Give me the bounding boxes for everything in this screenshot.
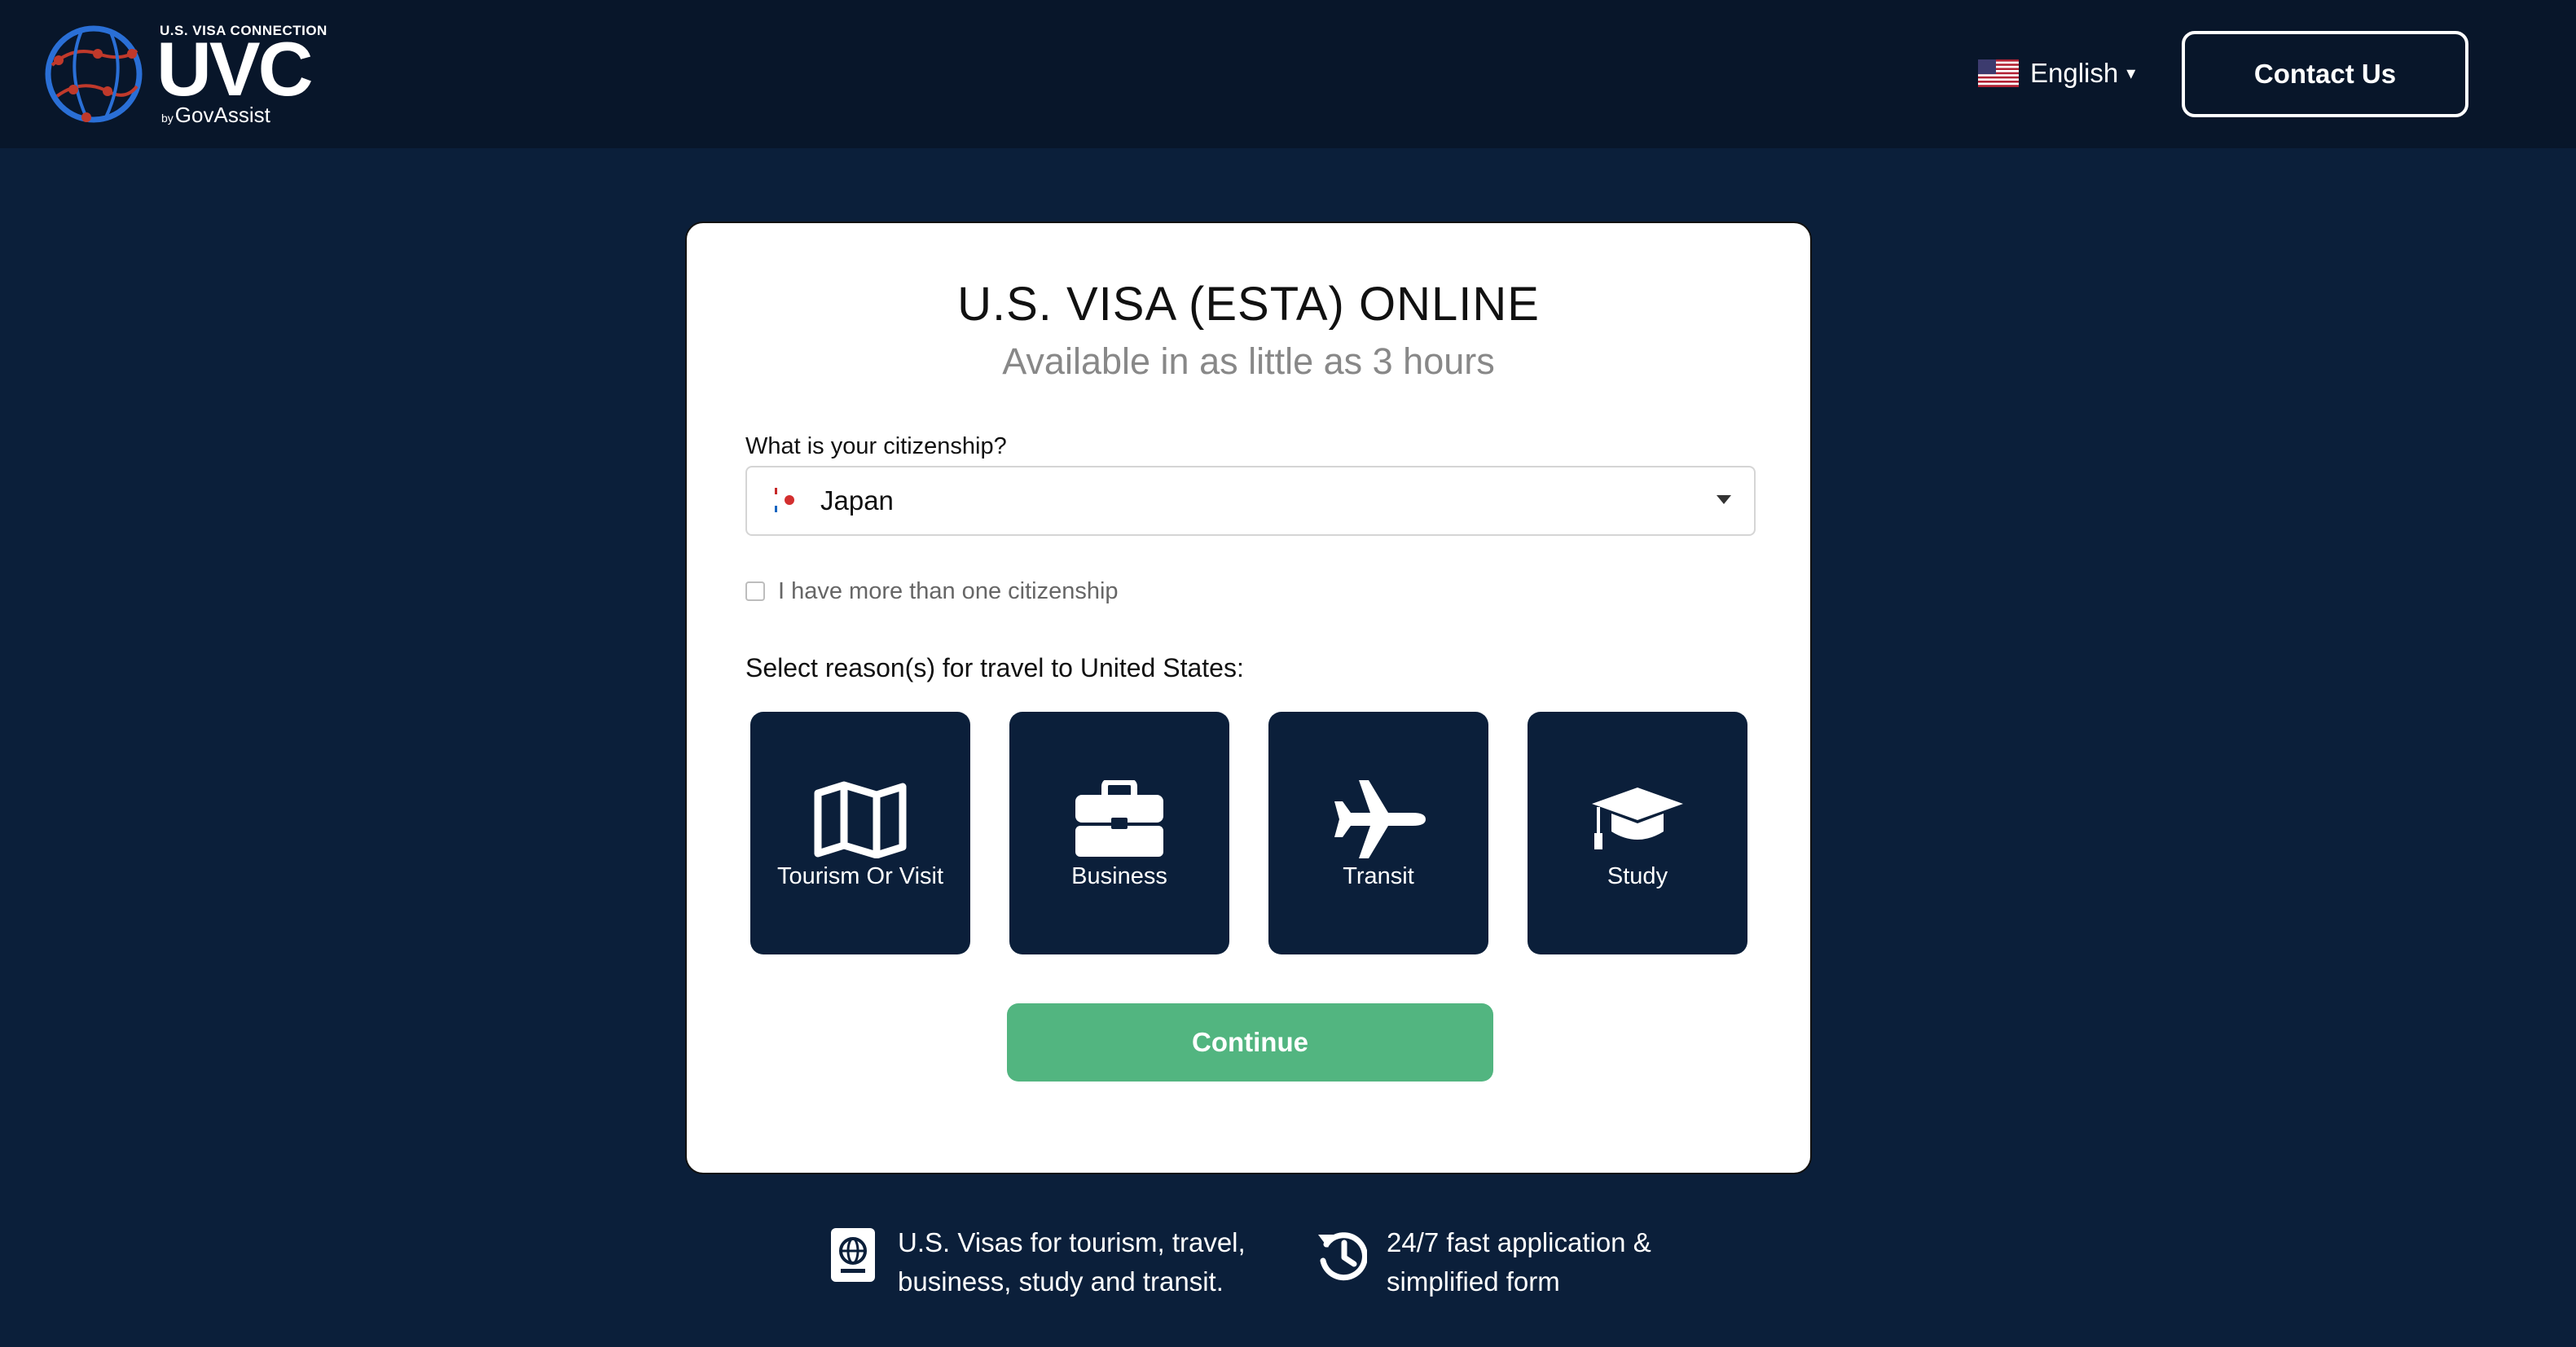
feature-text-line: U.S. Visas for tourism, travel,	[898, 1227, 1246, 1257]
airplane-icon	[1334, 780, 1426, 858]
language-label: English	[2030, 58, 2119, 88]
caret-down-icon: ▾	[2126, 63, 2136, 83]
citizenship-select[interactable]: Japan	[745, 466, 1756, 536]
travel-reasons-label: Select reason(s) for travel to United St…	[745, 653, 1244, 682]
citizenship-value: Japan	[820, 485, 894, 516]
feature-fast-application: 24/7 fast application & simplified form	[1317, 1227, 1651, 1301]
history-clock-icon	[1318, 1232, 1367, 1281]
feature-text-line: business, study and transit.	[898, 1266, 1224, 1297]
feature-text-line: simplified form	[1387, 1266, 1560, 1297]
logo-byline: byGovAssist	[161, 103, 270, 128]
reason-label: Transit	[1343, 863, 1414, 889]
multiple-citizenship-checkbox[interactable]	[745, 581, 765, 601]
reason-tile-business[interactable]: Business	[1009, 712, 1229, 954]
contact-us-button[interactable]: Contact Us	[2182, 31, 2468, 117]
caret-down-icon	[1717, 495, 1731, 504]
map-icon	[814, 781, 907, 858]
feature-visa-types: U.S. Visas for tourism, travel, business…	[828, 1227, 1246, 1301]
continue-button[interactable]: Continue	[1007, 1003, 1493, 1082]
language-selector[interactable]: English ▾	[1978, 54, 2135, 93]
logo-brand-text: GovAssist	[174, 103, 270, 127]
logo-by-text: by	[161, 112, 174, 125]
reason-label: Study	[1607, 863, 1668, 889]
multiple-citizenship-label[interactable]: I have more than one citizenship	[778, 578, 1119, 605]
briefcase-icon	[1075, 780, 1163, 857]
page-title: U.S. VISA (ESTA) ONLINE	[957, 278, 1540, 331]
reason-label: Tourism Or Visit	[776, 863, 944, 889]
reason-tile-transit[interactable]: Transit	[1268, 712, 1488, 954]
reason-label: Business	[1071, 863, 1167, 889]
site-header: U.S. VISA CONNECTION UVC byGovAssist Eng…	[0, 0, 2576, 148]
us-flag-icon	[1978, 59, 2019, 87]
reason-tile-tourism[interactable]: Tourism Or Visit	[750, 712, 970, 954]
passport-icon	[831, 1228, 875, 1282]
citizenship-label: What is your citizenship?	[745, 433, 1007, 459]
globe-logo-icon	[45, 25, 143, 123]
feature-text-line: 24/7 fast application &	[1387, 1227, 1651, 1257]
logo-wordmark: UVC	[156, 26, 313, 112]
application-card: U.S. VISA (ESTA) ONLINE Available in as …	[685, 222, 1812, 1174]
page-subtitle: Available in as little as 3 hours	[1002, 340, 1495, 382]
uvc-logo[interactable]: U.S. VISA CONNECTION UVC byGovAssist	[41, 21, 334, 127]
graduation-cap-icon	[1592, 788, 1683, 849]
japan-flag-icon	[775, 485, 802, 517]
reason-tile-study[interactable]: Study	[1528, 712, 1747, 954]
